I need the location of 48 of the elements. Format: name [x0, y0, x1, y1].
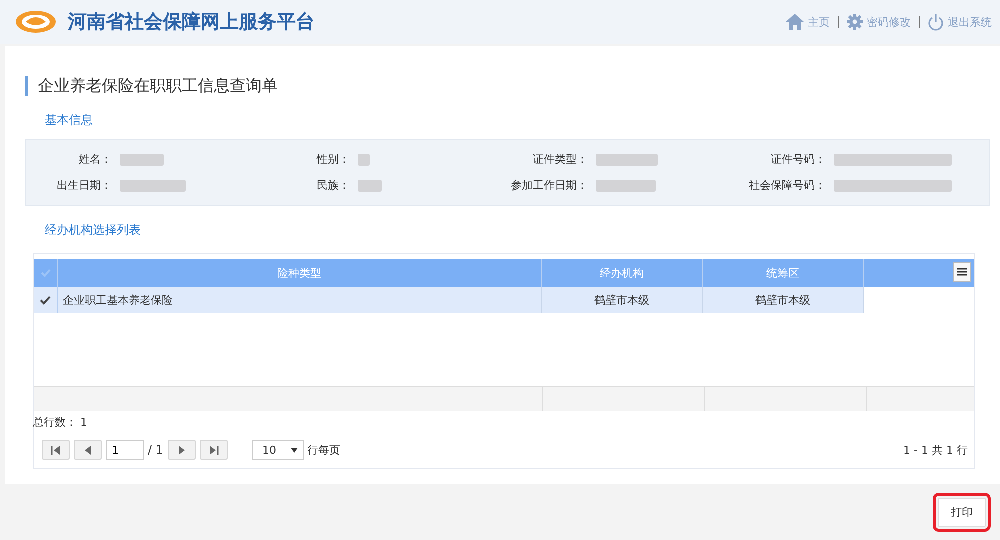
table-cell: 鹤壁市本级	[703, 287, 864, 313]
check-icon	[40, 269, 50, 277]
section-heading: 基本信息	[45, 112, 94, 129]
field-label: 社会保障号码：	[748, 178, 826, 193]
previous-page-button[interactable]	[74, 440, 102, 460]
next-page-button[interactable]	[168, 440, 196, 460]
nav-link[interactable]: 密码修改	[847, 14, 911, 30]
table-cell: 企业职工基本养老保险	[58, 287, 542, 313]
caret-icon	[290, 448, 298, 452]
redacted-value	[120, 180, 186, 192]
page-size-select[interactable]: 10	[252, 440, 304, 460]
home-icon	[786, 14, 804, 30]
field-label: 证件号码：	[770, 152, 826, 167]
section-heading: 经办机构选择列表	[45, 222, 142, 239]
first-page-button[interactable]	[42, 440, 70, 460]
site-title: 河南省社会保障网上服务平台	[68, 10, 315, 35]
row-checkbox[interactable]	[34, 287, 58, 313]
total-count: 总行数： 1	[33, 415, 88, 430]
last-page-button[interactable]	[200, 440, 228, 460]
first-page-icon	[51, 446, 61, 454]
logo-icon	[14, 9, 58, 35]
field-label: 出生日期：	[56, 178, 112, 193]
field-label: 姓名：	[78, 152, 112, 167]
gear-icon	[847, 14, 863, 30]
power-icon	[928, 14, 944, 30]
menu-icon	[957, 268, 967, 276]
page-count: / 1	[148, 443, 164, 457]
redacted-value	[596, 180, 656, 192]
triangle-left-icon	[84, 446, 92, 454]
page-summary: 1 - 1 共 1 行	[904, 442, 968, 458]
menu-button[interactable]	[953, 262, 971, 282]
triangle-right-icon	[178, 446, 186, 454]
nav-link[interactable]: 退出系统	[928, 14, 992, 30]
field-label: 民族：	[316, 178, 350, 193]
field-label: 证件类型：	[532, 152, 588, 167]
page-title: 企业养老保险在职职工信息查询单	[25, 76, 990, 96]
nav-link[interactable]: 主页	[786, 14, 830, 30]
redacted-value	[596, 154, 658, 166]
redacted-value	[120, 154, 164, 166]
redacted-value	[358, 154, 370, 166]
check-icon	[40, 296, 51, 304]
per-page-label: 行每页	[308, 442, 340, 458]
table-cell: 鹤壁市本级	[542, 287, 703, 313]
last-page-icon	[208, 446, 218, 454]
field-label: 性别：	[316, 152, 350, 167]
redacted-value	[358, 180, 382, 192]
field-label: 参加工作日期：	[510, 178, 588, 193]
page-input[interactable]: 1	[106, 440, 144, 460]
